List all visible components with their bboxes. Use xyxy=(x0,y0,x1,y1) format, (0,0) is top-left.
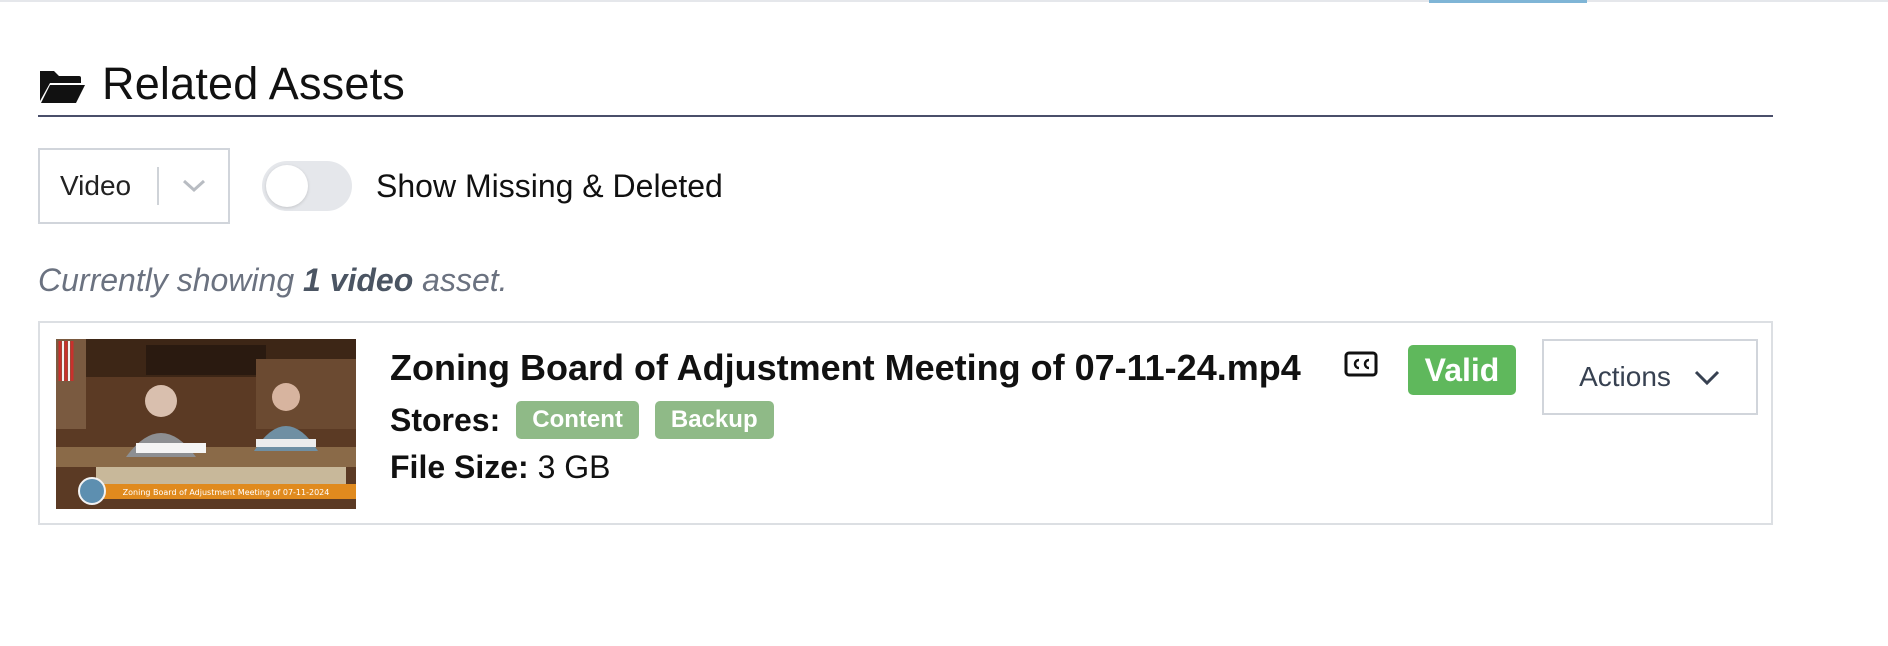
summary-suffix: asset. xyxy=(413,262,508,298)
chevron-down-icon xyxy=(1693,362,1721,394)
file-size-row: File Size: 3 GB xyxy=(390,449,611,486)
asset-card: Zoning Board of Adjustment Meeting of 07… xyxy=(38,321,1773,525)
asset-title[interactable]: Zoning Board of Adjustment Meeting of 07… xyxy=(390,347,1301,389)
show-missing-label: Show Missing & Deleted xyxy=(376,167,723,204)
results-summary: Currently showing 1 video asset. xyxy=(38,262,508,299)
summary-prefix: Currently showing xyxy=(38,262,303,298)
filter-controls: Video Show Missing & Deleted xyxy=(38,148,723,224)
section-header: Related Assets xyxy=(38,52,1773,117)
toggle-knob xyxy=(266,165,308,207)
asset-type-select-value: Video xyxy=(60,170,132,201)
summary-count: 1 video xyxy=(303,262,414,298)
file-size-label: File Size: xyxy=(390,449,529,485)
stores-label: Stores: xyxy=(390,401,501,438)
store-badge-backup: Backup xyxy=(654,401,774,439)
actions-dropdown-button[interactable]: Actions xyxy=(1542,339,1758,415)
closed-captions-icon xyxy=(1344,351,1378,377)
actions-label: Actions xyxy=(1579,361,1671,392)
svg-text:Zoning Board of Adjustment Mee: Zoning Board of Adjustment Meeting of 07… xyxy=(123,488,330,497)
chevron-down-icon[interactable] xyxy=(159,178,228,194)
asset-type-select[interactable]: Video xyxy=(38,148,230,224)
store-badge-content: Content xyxy=(516,401,639,439)
stores-row: Stores: Content Backup xyxy=(390,401,790,439)
video-thumbnail[interactable]: Zoning Board of Adjustment Meeting of 07… xyxy=(56,339,356,509)
show-missing-toggle[interactable] xyxy=(262,161,352,211)
top-divider xyxy=(0,0,1888,2)
active-tab-indicator xyxy=(1429,0,1587,3)
file-size-value: 3 GB xyxy=(537,449,611,485)
folder-open-icon xyxy=(40,70,85,103)
status-badge: Valid xyxy=(1408,345,1516,395)
section-title: Related Assets xyxy=(102,57,405,109)
